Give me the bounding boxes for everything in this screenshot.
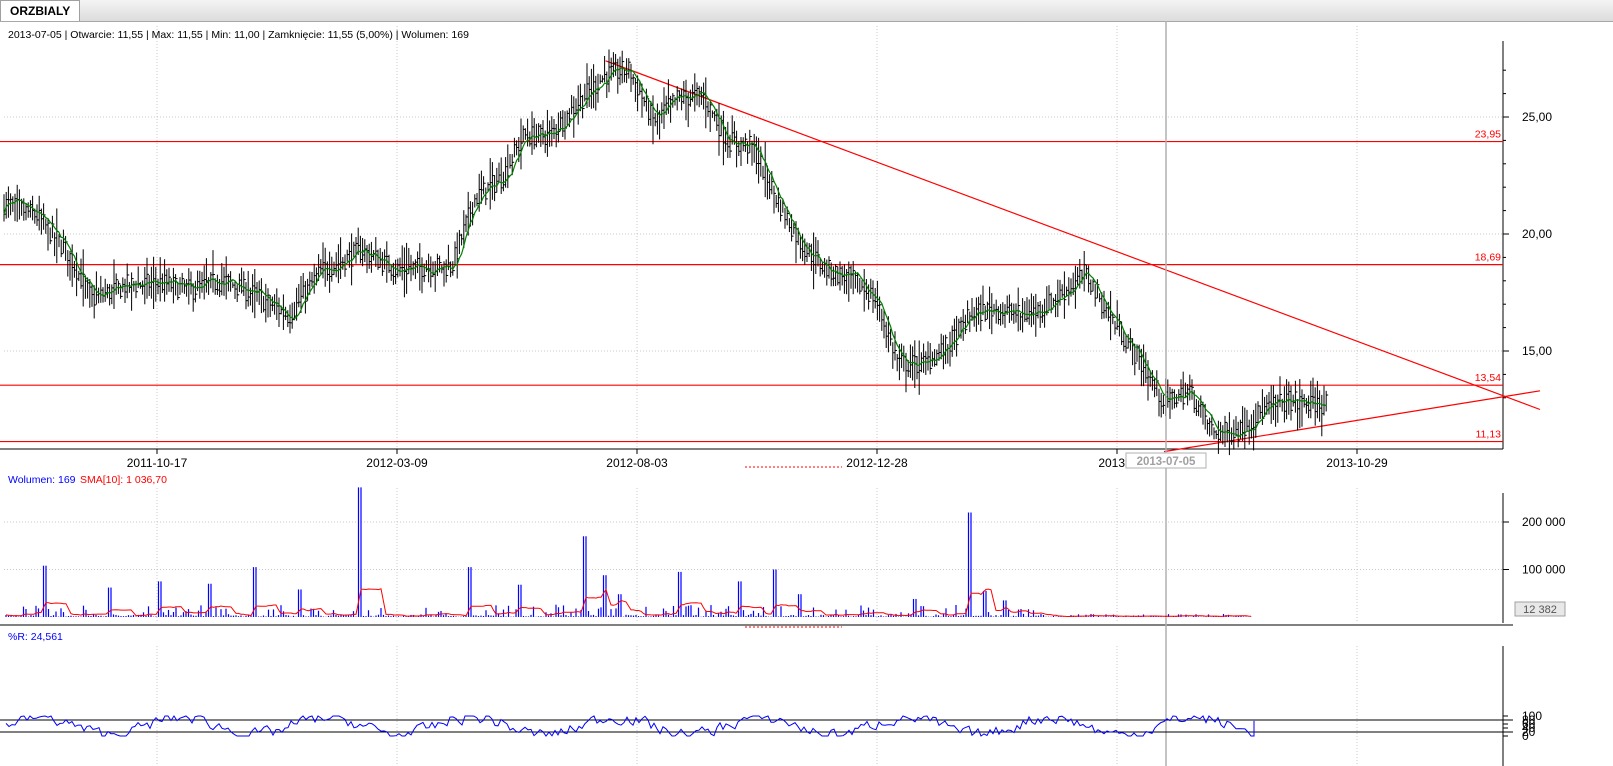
level-label: 11,13 [1476, 429, 1502, 441]
date-tick-label: 2013-10-29 [1326, 456, 1388, 470]
wr-tick-label: 100 [1522, 709, 1542, 723]
volume-label: Wolumen: 169 [8, 474, 76, 486]
trendline [605, 60, 1541, 411]
volume-tick-label: 100 000 [1522, 563, 1566, 577]
date-tick-label: 2011-10-17 [127, 456, 188, 470]
wr-label: %R: 24,561 [8, 631, 63, 643]
level-label: 13,54 [1475, 372, 1501, 384]
chart-area[interactable]: 2013-07-05 | Otwarcie: 11,55 | Max: 11,5… [0, 21, 1613, 766]
volume-sma-label: SMA[10]: 1 036,70 [80, 474, 167, 486]
volume-current-badge: 12 382 [1514, 601, 1566, 617]
date-tick-label: 2012-08-03 [606, 456, 668, 470]
svg-text:12 382: 12 382 [1523, 604, 1557, 616]
wr-line [5, 715, 1255, 737]
level-label: 23,95 [1475, 129, 1501, 141]
volume-bars [5, 487, 1252, 617]
volume-grid [4, 488, 1503, 623]
date-tick-label: 2012-03-09 [366, 456, 428, 470]
price-y-axis: 15,00 20,00 25,00 [1503, 69, 1552, 399]
ohlc-info: 2013-07-05 | Otwarcie: 11,55 | Max: 11,5… [8, 29, 469, 41]
date-tick-label: 2012-12-28 [846, 456, 908, 470]
svg-text:2013-07-05: 2013-07-05 [1137, 456, 1196, 468]
price-sma-line [3, 67, 1327, 438]
price-tick-label: 25,00 [1522, 110, 1552, 124]
level-label: 18,69 [1475, 252, 1501, 264]
tab-orzbialy[interactable]: ORZBIALY [0, 0, 81, 21]
volume-y-axis: 100 000 200 000 [1503, 515, 1566, 577]
tab-bar: ORZBIALY [0, 0, 1613, 22]
price-tick-label: 15,00 [1522, 344, 1552, 358]
volume-sma-line [5, 588, 1252, 618]
volume-tick-label: 200 000 [1522, 515, 1566, 529]
crosshair-date-label: 2013-07-05 [1125, 452, 1207, 469]
trendline [1163, 390, 1541, 453]
trendlines [605, 60, 1541, 453]
wr-y-axis: 020406080100 [1503, 709, 1542, 743]
price-tick-label: 20,00 [1522, 227, 1552, 241]
wr-grid [0, 646, 1513, 766]
